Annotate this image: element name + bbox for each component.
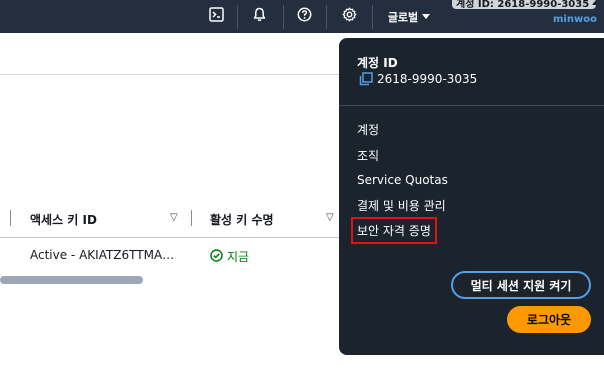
terminal-icon	[208, 7, 224, 26]
help-button[interactable]	[291, 0, 317, 33]
menu-item-billing[interactable]: 결제 및 비용 관리	[357, 197, 446, 214]
horizontal-scrollbar[interactable]	[0, 276, 143, 284]
column-resizer[interactable]	[191, 210, 192, 226]
column-header-access-key[interactable]: 액세스 키 ID	[30, 211, 97, 228]
nav-divider	[326, 5, 327, 29]
key-age-cell: 지금	[210, 248, 249, 265]
column-resizer[interactable]	[10, 210, 11, 226]
menu-item-account[interactable]: 계정	[357, 121, 379, 138]
account-dropdown-panel: 계정 ID 2618-9990-3035 계정 조직 Service Quota…	[339, 38, 604, 355]
bell-icon	[252, 7, 267, 26]
key-age-text: 지금	[227, 250, 250, 264]
account-id-label: 계정 ID	[357, 56, 398, 70]
account-id-row: 2618-9990-3035	[359, 72, 477, 86]
sign-out-button[interactable]: 로그아웃	[507, 306, 591, 333]
panel-divider	[339, 105, 604, 106]
column-header-key-age[interactable]: 활성 키 수명	[210, 211, 274, 228]
nav-divider	[372, 5, 373, 29]
notifications-button[interactable]	[246, 0, 272, 33]
enable-multi-session-button[interactable]: 멀티 세션 지원 켜기	[451, 271, 591, 299]
account-menu-button[interactable]: 계정 ID: 2618-9990-3035	[452, 0, 596, 9]
nav-divider	[237, 5, 238, 29]
menu-item-service-quotas[interactable]: Service Quotas	[357, 173, 448, 187]
access-key-cell[interactable]: Active - AKIATZ6TTMA…	[30, 248, 174, 262]
region-label: 글로벌	[387, 10, 419, 24]
sort-icon[interactable]: ▽	[170, 212, 178, 223]
nav-divider	[283, 5, 284, 29]
copy-icon[interactable]	[359, 72, 373, 86]
account-id-value: 2618-9990-3035	[377, 72, 478, 86]
help-icon	[297, 7, 312, 26]
check-circle-icon	[210, 248, 223, 265]
account-pill-label: 계정 ID: 2618-9990-3035	[456, 0, 590, 9]
top-navigation-bar: 글로벌 계정 ID: 2618-9990-3035 minwoo	[0, 0, 604, 33]
username-label: minwoo	[553, 14, 597, 25]
settings-button[interactable]	[336, 0, 362, 33]
caret-down-icon	[422, 10, 431, 23]
gear-icon	[342, 7, 357, 26]
menu-item-security-credentials[interactable]: 보안 자격 증명	[351, 217, 437, 244]
cloudshell-button[interactable]	[203, 0, 229, 33]
caret-up-icon	[592, 0, 596, 8]
table-header: 액세스 키 ID ▽ 활성 키 수명 ▽	[0, 200, 340, 238]
sort-icon[interactable]: ▽	[326, 212, 334, 223]
menu-item-organization[interactable]: 조직	[357, 147, 379, 164]
region-selector[interactable]: 글로벌	[386, 0, 432, 33]
